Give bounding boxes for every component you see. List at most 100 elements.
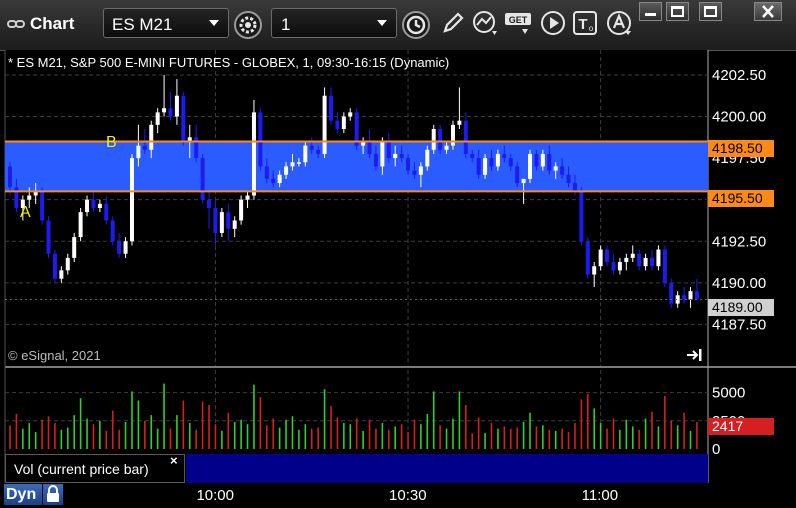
candle-body: [438, 129, 443, 150]
candle-body: [669, 282, 674, 304]
price-plot-area: [5, 50, 708, 366]
candle-body: [65, 257, 70, 271]
chart-header: * ES M21, S&P 500 E-MINI FUTURES - GLOBE…: [8, 55, 450, 70]
symbol-selector[interactable]: ES M21: [103, 8, 229, 38]
restore-icon[interactable]: [666, 2, 689, 21]
candle-body: [258, 112, 263, 167]
last-volume-badge: 2417: [708, 418, 774, 435]
last-price-badge: 4189.00: [708, 299, 774, 316]
candle-body: [662, 249, 667, 283]
candle-body: [572, 183, 577, 192]
candle-body: [110, 220, 115, 242]
candle-body: [476, 158, 481, 175]
interval-selector[interactable]: 1: [271, 8, 397, 38]
candle-body: [566, 174, 571, 184]
candle-body: [40, 191, 45, 221]
candle-body: [585, 241, 590, 275]
y-tick-label: 4187.50: [712, 316, 766, 333]
volume-panel-title: Vol (current price bar): [14, 461, 149, 477]
candle-body: [348, 112, 353, 117]
symbol-value: ES M21: [112, 15, 173, 34]
candle-body: [8, 166, 12, 188]
minimize-icon[interactable]: [639, 2, 662, 21]
candle-body: [682, 295, 687, 300]
candle-body: [489, 158, 494, 167]
candle-body: [271, 178, 276, 184]
candle-body: [495, 153, 500, 167]
price-chart[interactable]: 4187.504190.004192.504195.004197.504200.…: [0, 50, 796, 483]
dynamic-mode-button[interactable]: Dyn: [4, 484, 42, 505]
window-title: Chart: [30, 14, 75, 33]
svg-text:o: o: [589, 24, 594, 33]
candle-body: [46, 220, 51, 254]
candle-body: [213, 208, 218, 233]
svg-text:T: T: [578, 16, 587, 33]
candle-body: [528, 153, 533, 179]
candle-body: [329, 95, 333, 121]
close-icon[interactable]: [754, 2, 782, 21]
candle-body: [380, 141, 385, 167]
lock-icon[interactable]: [43, 484, 63, 505]
link-icon[interactable]: [6, 14, 26, 34]
toolbar: Chart ES M21 1 GET T o: [0, 0, 796, 51]
svg-text:GET: GET: [509, 15, 528, 25]
candle-body: [245, 195, 250, 200]
volume-panel-strip: [186, 454, 708, 483]
settings-gear-icon[interactable]: [233, 10, 263, 40]
candle-body: [232, 220, 237, 229]
interval-value: 1: [281, 15, 291, 34]
chart-window: Chart ES M21 1 GET T o 4187.50 4190.00 4…: [0, 0, 796, 508]
candle-body: [123, 241, 128, 254]
get-data-icon[interactable]: GET: [504, 10, 534, 36]
candle-body: [59, 270, 64, 279]
close-study-icon[interactable]: ×: [170, 453, 178, 468]
clock-icon[interactable]: [401, 10, 431, 40]
candle-body: [425, 149, 430, 167]
marker-b: B: [106, 134, 117, 151]
maximize-icon[interactable]: [699, 2, 722, 21]
candle-body: [373, 153, 378, 167]
alert-icon[interactable]: [606, 10, 632, 36]
candle-body: [393, 153, 398, 159]
candle-body: [547, 153, 552, 171]
candle-body: [650, 257, 654, 267]
candle-body: [316, 149, 321, 154]
candle-body: [335, 120, 340, 129]
candle-body: [142, 145, 147, 150]
candle-body: [515, 166, 520, 184]
study-chart-icon[interactable]: [472, 10, 498, 36]
candle-body: [194, 137, 199, 159]
candle-body: [694, 291, 699, 300]
y-tick-label: 4192.50: [712, 233, 766, 250]
candle-body: [14, 187, 19, 208]
candle-body: [207, 199, 212, 208]
candle-body: [136, 145, 141, 159]
text-tool-icon[interactable]: T o: [572, 10, 598, 36]
candle-body: [386, 141, 391, 159]
candle-body: [553, 166, 558, 171]
vol-y-tick-label: 5000: [712, 385, 745, 402]
candle-body: [450, 124, 455, 146]
play-replay-icon[interactable]: [540, 10, 566, 36]
y-tick-label: 4200.00: [712, 109, 766, 126]
candle-body: [483, 158, 488, 175]
candle-body: [560, 166, 565, 175]
candle-body: [117, 241, 122, 254]
dropdown-icon[interactable]: [208, 19, 220, 27]
candle-body: [72, 237, 77, 258]
volume-panel-label[interactable]: Vol (current price bar): [5, 454, 185, 483]
candle-body: [155, 112, 160, 125]
dropdown-icon[interactable]: [376, 19, 388, 27]
candle-body: [200, 158, 205, 200]
copyright-text: © eSignal, 2021: [8, 348, 101, 363]
scroll-to-end-icon[interactable]: [686, 348, 704, 362]
candle-body: [367, 141, 372, 154]
pencil-draw-icon[interactable]: [440, 10, 466, 36]
candle-body: [624, 257, 629, 263]
candle-body: [457, 120, 462, 125]
candle-body: [239, 199, 244, 221]
candle-body: [521, 178, 526, 184]
candle-body: [290, 162, 295, 167]
candle-body: [322, 95, 327, 154]
candle-body: [91, 199, 96, 208]
